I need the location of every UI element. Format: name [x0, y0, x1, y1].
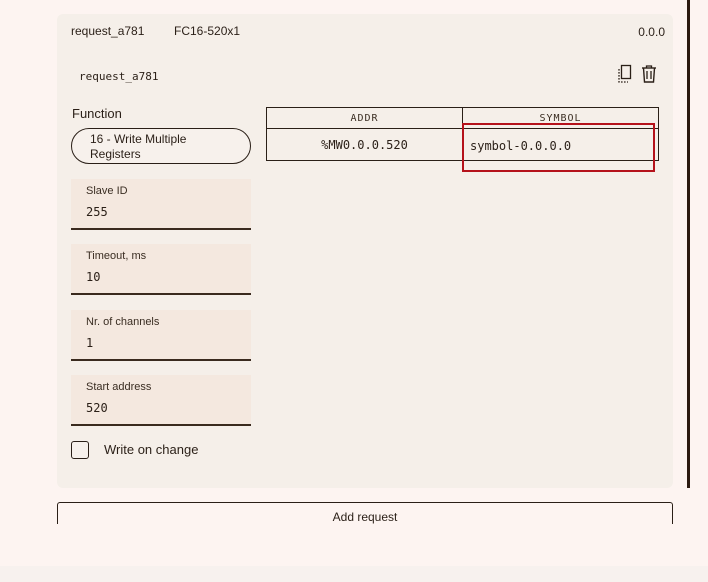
function-label: Function: [72, 106, 122, 121]
request-id-label: request_a781: [79, 70, 159, 83]
channels-field[interactable]: Nr. of channels 1: [71, 310, 251, 361]
slave-id-field[interactable]: Slave ID 255: [71, 179, 251, 230]
request-function-code: FC16-520x1: [174, 24, 241, 38]
channels-label: Nr. of channels: [86, 316, 160, 328]
timeout-label: Timeout, ms: [86, 250, 147, 262]
request-card-header[interactable]: request_a781 FC16-520x1 0.0.0: [57, 14, 673, 48]
right-panel-border: [687, 0, 690, 488]
timeout-field[interactable]: Timeout, ms 10: [71, 244, 251, 295]
add-request-button[interactable]: Add request: [57, 502, 673, 524]
register-map-table: ADDR SYMBOL %MW0.0.0.520 symbol-0.0.0.0: [266, 107, 659, 161]
request-version: 0.0.0: [638, 25, 665, 39]
slave-id-label: Slave ID: [86, 185, 128, 197]
copy-icon[interactable]: [615, 63, 635, 85]
write-on-change-checkbox[interactable]: [71, 441, 89, 459]
table-cell-symbol-input[interactable]: symbol-0.0.0.0: [462, 139, 658, 153]
start-address-input[interactable]: 520: [86, 401, 236, 415]
write-on-change-label: Write on change: [104, 442, 199, 457]
table-header-addr: ADDR: [267, 108, 462, 129]
timeout-input[interactable]: 10: [86, 270, 236, 284]
slave-id-input[interactable]: 255: [86, 205, 236, 219]
channels-input[interactable]: 1: [86, 336, 236, 350]
table-header-symbol: SYMBOL: [462, 108, 658, 129]
start-address-field[interactable]: Start address 520: [71, 375, 251, 426]
bottom-strip: [0, 566, 708, 582]
request-card: request_a781 FC16-520x1 0.0.0 request_a7…: [57, 14, 673, 488]
function-select[interactable]: 16 - Write Multiple Registers: [71, 128, 251, 164]
trash-icon[interactable]: [639, 63, 659, 85]
start-address-label: Start address: [86, 381, 152, 393]
table-cell-addr: %MW0.0.0.520: [321, 138, 408, 152]
request-name: request_a781: [71, 24, 145, 38]
